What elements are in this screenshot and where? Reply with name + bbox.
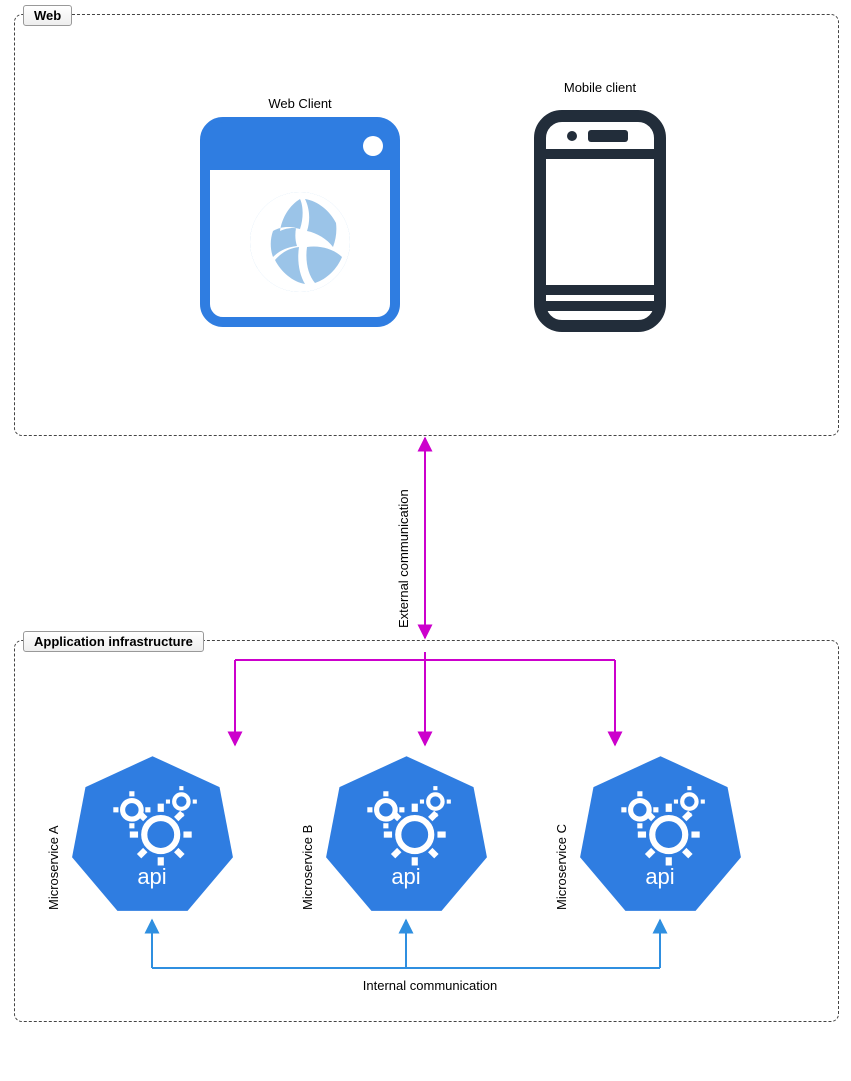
edge-internal (0, 0, 851, 1081)
edge-internal-label: Internal communication (330, 978, 530, 993)
diagram-canvas: Web Web Client Mobile client (0, 0, 851, 1081)
